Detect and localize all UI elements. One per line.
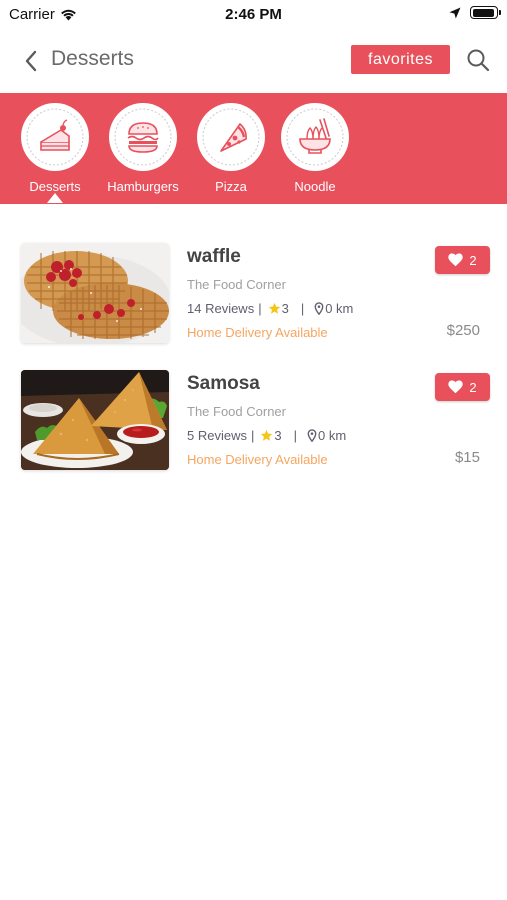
cake-icon (26, 108, 84, 166)
burger-icon (114, 108, 172, 166)
category-icon-circle (197, 103, 265, 171)
category-label: Desserts (29, 179, 81, 194)
clock: 2:46 PM (225, 6, 282, 23)
separator: | (293, 428, 297, 443)
category-pizza[interactable]: Pizza (186, 103, 276, 194)
category-noodle[interactable]: Noodle (270, 103, 360, 194)
location-pin-icon (314, 302, 324, 315)
battery-level (472, 8, 495, 17)
food-image-samosa[interactable] (21, 370, 169, 470)
delivery-status: Home Delivery Available (187, 452, 328, 467)
heart-icon (448, 253, 464, 267)
selected-category-indicator (47, 193, 63, 203)
like-count: 2 (469, 379, 477, 395)
food-price: $15 (454, 449, 480, 466)
category-label: Noodle (294, 179, 336, 194)
category-icon-circle (109, 103, 177, 171)
page-title: Desserts (51, 47, 134, 70)
restaurant-name: The Food Corner (187, 404, 286, 419)
review-count: 5 Reviews (187, 428, 247, 443)
category-bar: Desserts Hamburgers Pizza Noodle (0, 93, 507, 204)
rating-value: 3 (281, 301, 289, 316)
noodle-icon (286, 108, 344, 166)
chevron-left-icon (25, 50, 37, 72)
waffle-photo (21, 243, 169, 343)
food-list: waffle The Food Corner 14 Reviews | 3 | … (0, 243, 507, 497)
pizza-icon (202, 108, 260, 166)
food-meta: 14 Reviews | 3 | 0 km (187, 301, 353, 316)
location-pin-icon (307, 429, 317, 442)
food-meta: 5 Reviews | 3 | 0 km (187, 428, 346, 443)
category-hamburgers[interactable]: Hamburgers (98, 103, 188, 194)
separator: | (258, 301, 262, 316)
rating-value: 3 (274, 428, 282, 443)
list-item[interactable]: waffle The Food Corner 14 Reviews | 3 | … (0, 243, 507, 370)
samosa-photo (21, 370, 169, 470)
review-count: 14 Reviews (187, 301, 255, 316)
category-desserts[interactable]: Desserts (10, 103, 100, 194)
food-price: $250 (446, 322, 480, 339)
battery-icon (470, 6, 501, 19)
food-name[interactable]: Samosa (187, 373, 260, 395)
category-icon-circle (281, 103, 349, 171)
status-right-group (449, 6, 501, 19)
status-bar: Carrier 2:46 PM (0, 0, 507, 28)
heart-icon (448, 380, 464, 394)
search-icon (467, 49, 490, 72)
distance-value: 0 km (325, 301, 354, 316)
food-image-waffle[interactable] (21, 243, 169, 343)
location-arrow-icon (449, 7, 461, 18)
like-count: 2 (469, 252, 477, 268)
list-item[interactable]: Samosa The Food Corner 5 Reviews | 3 | 0… (0, 370, 507, 497)
category-label: Pizza (215, 179, 247, 194)
navigation-bar: Desserts favorites (0, 28, 507, 93)
like-button[interactable]: 2 (435, 373, 490, 401)
separator: | (300, 301, 305, 316)
delivery-status: Home Delivery Available (187, 325, 328, 340)
star-icon (268, 302, 280, 314)
favorites-button[interactable]: favorites (351, 45, 450, 74)
separator: | (250, 428, 255, 443)
food-name[interactable]: waffle (187, 246, 241, 268)
restaurant-name: The Food Corner (187, 277, 286, 292)
like-button[interactable]: 2 (435, 246, 490, 274)
category-icon-circle (21, 103, 89, 171)
star-icon (261, 429, 273, 441)
distance-value: 0 km (317, 428, 347, 443)
search-button[interactable] (464, 46, 492, 74)
back-button[interactable] (16, 46, 46, 76)
category-label: Hamburgers (107, 179, 179, 194)
